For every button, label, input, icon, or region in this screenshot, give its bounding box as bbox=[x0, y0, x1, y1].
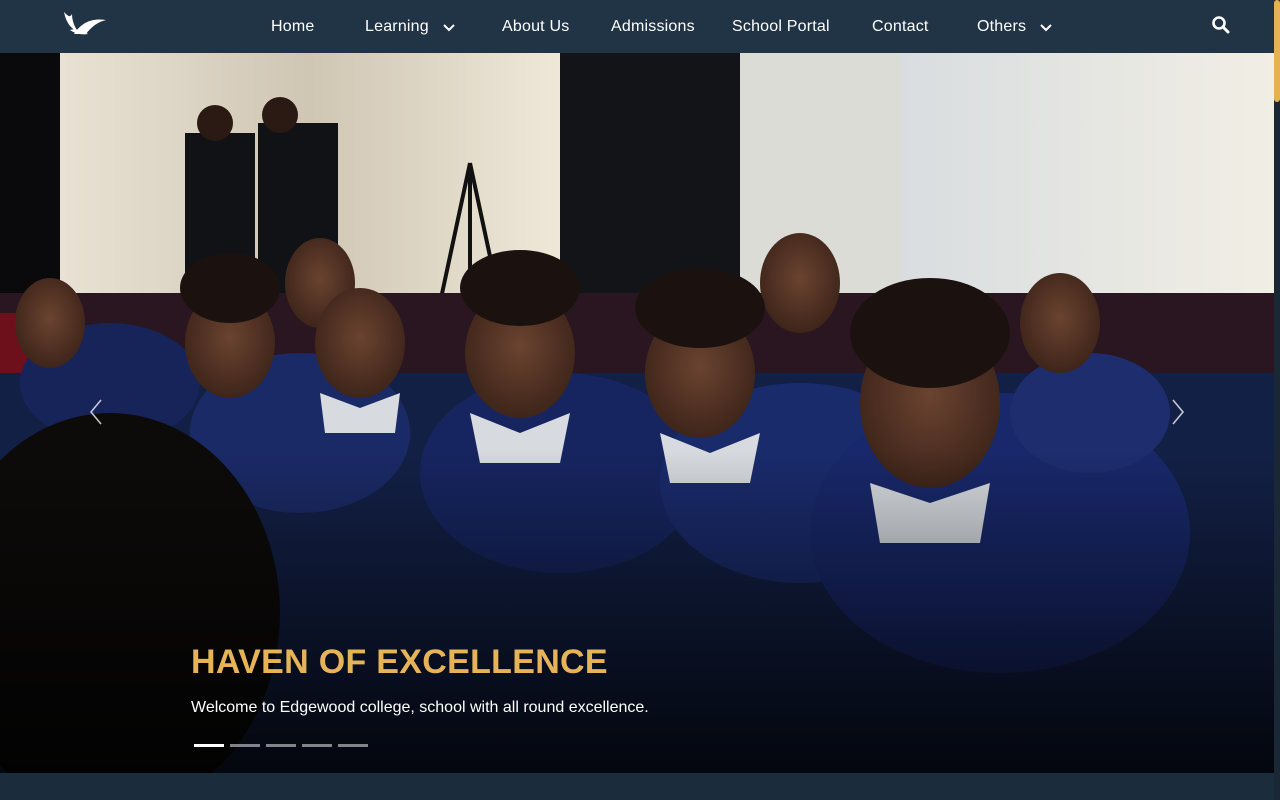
hero-subtitle: Welcome to Edgewood college, school with… bbox=[191, 699, 649, 716]
carousel-indicator-3[interactable] bbox=[266, 744, 296, 747]
hero-title: HAVEN OF EXCELLENCE bbox=[191, 643, 608, 681]
carousel-indicators bbox=[194, 744, 368, 747]
nav-home[interactable]: Home bbox=[271, 0, 314, 53]
hero-carousel: HAVEN OF EXCELLENCE Welcome to Edgewood … bbox=[0, 53, 1274, 773]
top-navbar: Home Learning About Us Admissions School… bbox=[0, 0, 1274, 53]
page-section-below-hero bbox=[0, 773, 1274, 800]
carousel-indicator-1[interactable] bbox=[194, 744, 224, 747]
nav-learning[interactable]: Learning bbox=[365, 0, 457, 53]
carousel-indicator-4[interactable] bbox=[302, 744, 332, 747]
search-icon[interactable] bbox=[1211, 15, 1231, 35]
nav-about-us-label: About Us bbox=[502, 17, 570, 35]
nav-school-portal[interactable]: School Portal bbox=[732, 0, 830, 53]
carousel-indicator-2[interactable] bbox=[230, 744, 260, 747]
dove-wing-logo[interactable] bbox=[60, 8, 110, 38]
nav-others[interactable]: Others bbox=[977, 0, 1054, 53]
page-scrollbar[interactable] bbox=[1274, 0, 1280, 800]
nav-others-label: Others bbox=[977, 17, 1027, 35]
nav-admissions-label: Admissions bbox=[611, 17, 695, 35]
carousel-indicator-5[interactable] bbox=[338, 744, 368, 747]
nav-admissions[interactable]: Admissions bbox=[611, 0, 695, 53]
scrollbar-thumb[interactable] bbox=[1274, 0, 1280, 102]
nav-about-us[interactable]: About Us bbox=[502, 0, 569, 53]
chevron-down-icon bbox=[1040, 23, 1052, 31]
nav-school-portal-label: School Portal bbox=[732, 17, 830, 35]
nav-learning-label: Learning bbox=[365, 17, 429, 35]
nav-contact-label: Contact bbox=[872, 17, 929, 35]
nav-contact[interactable]: Contact bbox=[872, 0, 929, 53]
chevron-down-icon bbox=[443, 23, 455, 31]
carousel-next-icon[interactable] bbox=[1166, 397, 1190, 427]
nav-home-label: Home bbox=[271, 17, 315, 35]
carousel-prev-icon[interactable] bbox=[84, 397, 108, 427]
